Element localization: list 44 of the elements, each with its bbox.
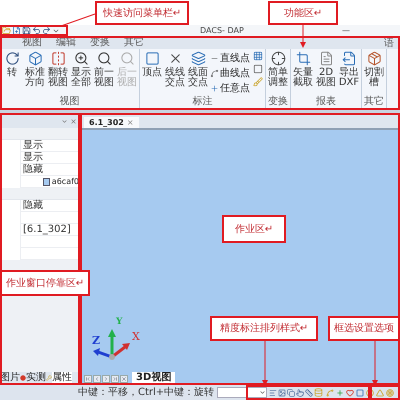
callout-label: 作业区↵ xyxy=(222,215,286,243)
menu-tab[interactable]: 变换 xyxy=(86,37,114,49)
window-title: DACS- DAP xyxy=(200,25,244,36)
property-value: 显示 xyxy=(23,140,43,151)
document-tab[interactable]: 6.1_302 × xyxy=(84,117,139,128)
group-label: 视图 xyxy=(58,97,80,107)
property-value: 显示 xyxy=(23,152,43,163)
status-hint: 中键：平移，Ctrl+中键：旋转 xyxy=(78,386,214,398)
property-value: 隐藏 xyxy=(23,164,43,175)
ribbon-button[interactable]: 标准方向 xyxy=(24,51,46,97)
axis-label: X xyxy=(132,328,140,344)
callout-label: 框选设置选项 xyxy=(328,316,400,341)
property-value: [6.1_302] xyxy=(23,224,71,235)
property-value: 隐藏 xyxy=(23,200,43,211)
property-value: a6caf0 xyxy=(52,176,79,186)
ribbon-button[interactable]: 显示全部 xyxy=(70,51,92,97)
menu-label: 语 xyxy=(384,38,394,49)
ribbon-button[interactable]: 前一视图 xyxy=(93,51,115,97)
callout-label: 作业窗口停靠区↵ xyxy=(0,270,90,296)
axis-label: Z xyxy=(92,332,100,348)
ribbon-small-button[interactable]: 曲线点 xyxy=(210,66,252,80)
callout-label: 精度标注排列样式↵ xyxy=(210,316,318,341)
ribbon-button[interactable]: 简单调整 xyxy=(267,51,289,97)
ribbon-button[interactable]: 线面交点 xyxy=(187,51,209,97)
ribbon-button[interactable]: 顶点 xyxy=(141,51,163,97)
axis-label: Y xyxy=(116,316,122,328)
panel-tab[interactable]: 属性 xyxy=(52,372,72,383)
ribbon-button[interactable]: 翻转视图 xyxy=(47,51,69,97)
ribbon-button[interactable]: 2D视图 xyxy=(315,51,337,97)
ribbon-button[interactable]: 切割槽 xyxy=(363,51,385,97)
group-label: 变换 xyxy=(267,97,289,107)
minimize-button[interactable]: — xyxy=(342,25,350,36)
group-label: 其它 xyxy=(363,97,385,107)
view-tab[interactable]: 3D视图 xyxy=(132,372,176,383)
group-label: 报表 xyxy=(315,97,337,107)
ribbon-small-button[interactable]: 直线点 xyxy=(210,51,252,65)
ribbon-small-button[interactable]: 任意点 xyxy=(210,81,252,95)
group-label: 标注 xyxy=(192,97,214,107)
ribbon-button[interactable]: 转 xyxy=(1,51,23,97)
ribbon-button[interactable]: 导出DXF xyxy=(338,51,360,97)
callout-label: 快速访问菜单栏↵ xyxy=(95,1,189,25)
callout-label: 功能区↵ xyxy=(268,1,338,25)
ribbon-button[interactable]: 线线交点 xyxy=(164,51,186,97)
ribbon-button[interactable]: 矢量截取 xyxy=(292,51,314,97)
